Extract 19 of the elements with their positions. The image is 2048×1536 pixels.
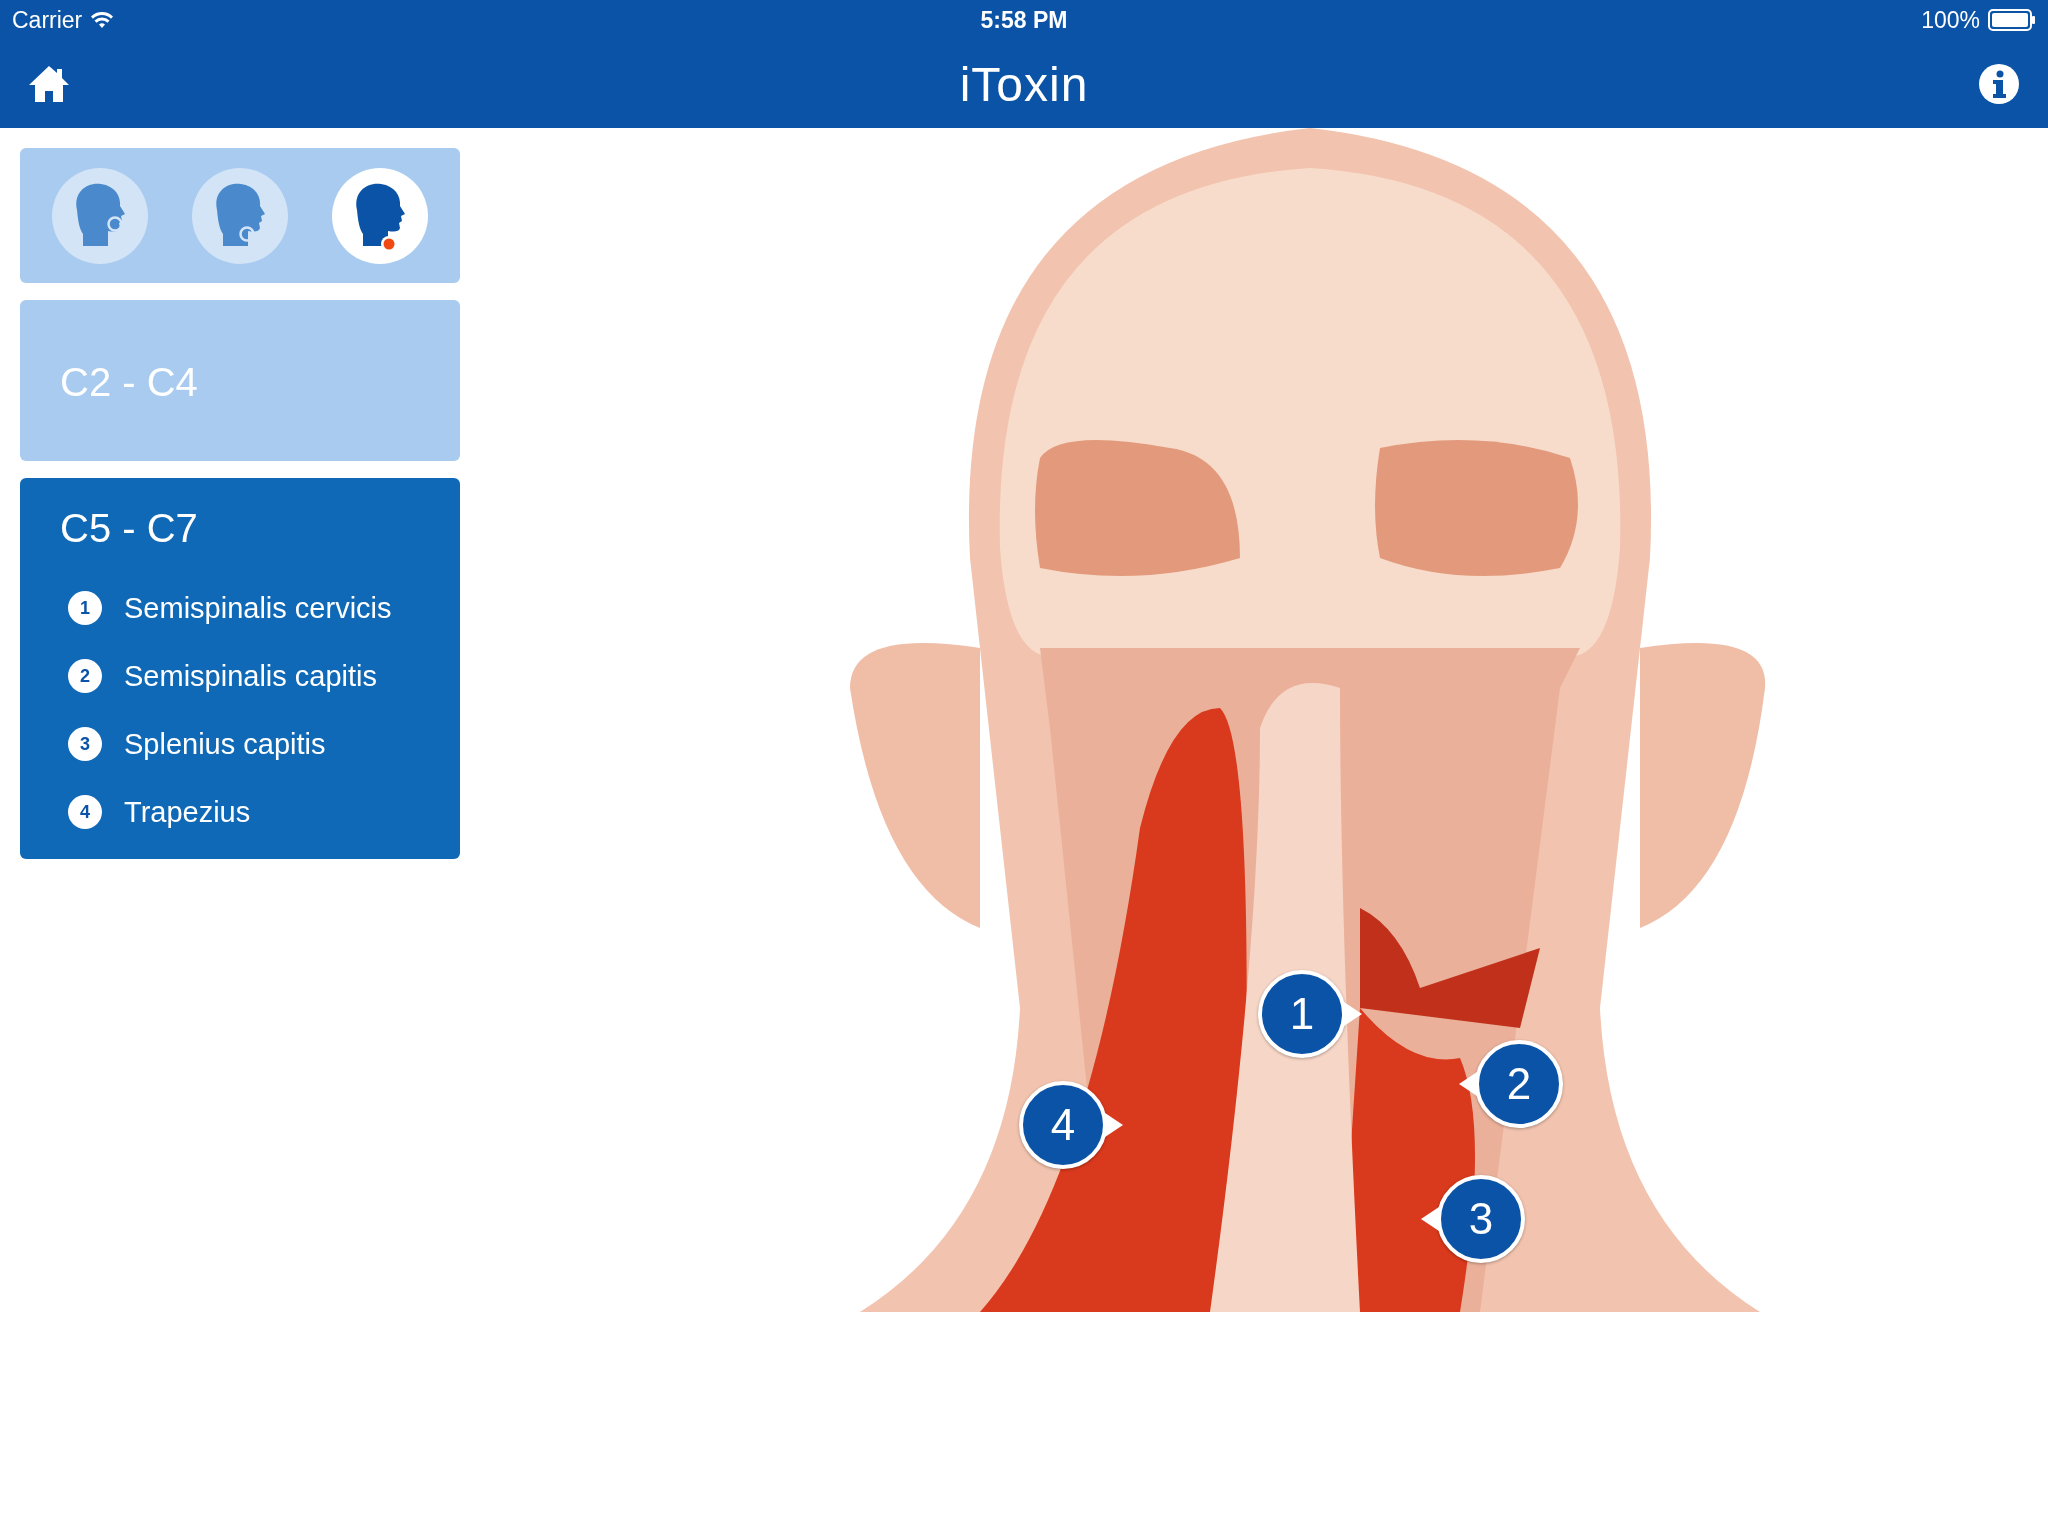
section-title: C2 - C4 xyxy=(60,360,199,405)
clock-time: 5:58 PM xyxy=(980,6,1068,34)
level-section-card[interactable]: C5 - C7 1 Semispinalis cervicis 2 Semispinalis capitis 3 Splenius capitis 4 Trapezius xyxy=(20,478,460,859)
number-badge: 4 xyxy=(68,795,102,829)
wifi-icon xyxy=(90,11,115,29)
app-title: iToxin xyxy=(959,56,1089,112)
muscle-name[interactable]: Trapezius xyxy=(124,795,251,829)
carrier-label: Carrier xyxy=(12,6,83,34)
battery-icon xyxy=(1988,9,2036,31)
section-title: C5 - C7 xyxy=(60,506,199,551)
number-badge: 2 xyxy=(68,659,102,693)
battery-percent: 100% xyxy=(1921,6,1980,34)
home-icon[interactable] xyxy=(28,64,70,104)
muscle-name[interactable]: Semispinalis cervicis xyxy=(124,591,392,625)
number-badge: 3 xyxy=(68,727,102,761)
muscle-name[interactable]: Semispinalis capitis xyxy=(124,659,378,693)
info-icon[interactable] xyxy=(1978,63,2020,105)
muscle-name[interactable]: Splenius capitis xyxy=(124,727,326,761)
number-badge: 1 xyxy=(68,591,102,625)
